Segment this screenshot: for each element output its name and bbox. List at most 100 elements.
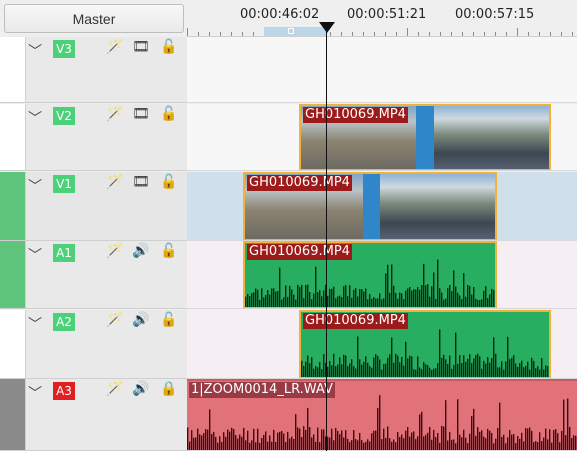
waveform-bar — [571, 437, 573, 450]
effect-wand-icon[interactable]: 🪄 — [106, 39, 123, 55]
track-header-a3[interactable]: ﹀ A3 🪄 🔊 🔒 — [0, 379, 187, 451]
speaker-icon[interactable]: 🔊 — [132, 312, 149, 328]
lock-open-icon[interactable]: 🔓 — [160, 174, 177, 190]
waveform-bar — [393, 439, 395, 450]
waveform-bar — [531, 430, 533, 450]
ruler-tick — [473, 32, 474, 36]
waveform-bar — [417, 287, 419, 307]
effect-wand-icon[interactable]: 🪄 — [106, 381, 123, 397]
waveform-bar — [265, 294, 267, 307]
speaker-icon[interactable]: 🔊 — [132, 243, 149, 259]
waveform-bar — [405, 430, 407, 450]
film-icon[interactable]: 🎞 — [132, 174, 150, 190]
waveform-bar — [395, 353, 397, 377]
waveform-bar — [333, 440, 335, 450]
waveform-bar — [331, 428, 333, 450]
film-icon[interactable]: 🎞 — [132, 106, 150, 122]
speaker-icon[interactable]: 🔊 — [132, 381, 149, 397]
chevron-down-icon[interactable]: ﹀ — [28, 176, 42, 196]
audio-clip[interactable]: GH010069.MP4 — [243, 241, 497, 308]
effect-wand-icon[interactable]: 🪄 — [106, 243, 123, 259]
waveform-bar — [401, 293, 403, 307]
waveform-bar — [299, 428, 301, 450]
playhead-marker-icon[interactable] — [319, 22, 335, 33]
waveform-bar — [361, 289, 363, 307]
playhead-line[interactable] — [326, 22, 327, 451]
chevron-down-icon[interactable]: ﹀ — [28, 108, 42, 128]
track-tag: V2 — [53, 107, 75, 125]
chevron-down-icon[interactable]: ﹀ — [28, 41, 42, 61]
waveform-bar — [235, 435, 237, 450]
waveform-bar — [271, 441, 273, 450]
waveform-bar — [447, 364, 449, 377]
waveform-bar — [461, 363, 463, 377]
waveform-bar — [189, 441, 191, 450]
chevron-down-icon[interactable]: ﹀ — [28, 383, 42, 403]
waveform-bar — [535, 368, 537, 377]
waveform-bar — [459, 355, 461, 377]
waveform-bar — [255, 442, 257, 450]
waveform-bar — [339, 295, 341, 307]
waveform-bar — [519, 363, 521, 377]
timeline-ruler[interactable]: 00:00:46:02 00:00:51:21 00:00:57:15 — [187, 0, 577, 37]
waveform-bar — [463, 355, 465, 377]
ruler-tick — [550, 32, 551, 36]
waveform-bar — [377, 355, 379, 377]
film-icon[interactable]: 🎞 — [132, 39, 150, 55]
waveform-bar — [279, 267, 281, 307]
waveform-bar — [491, 432, 493, 450]
chevron-down-icon[interactable]: ﹀ — [28, 245, 42, 265]
track-header-a2[interactable]: ﹀ A2 🪄 🔊 🔓 — [0, 310, 187, 379]
waveform-bar — [297, 284, 299, 307]
waveform-bar — [269, 435, 271, 450]
effect-wand-icon[interactable]: 🪄 — [106, 174, 123, 190]
waveform-bar — [339, 434, 341, 450]
waveform-bar — [485, 286, 487, 307]
zone-bar[interactable] — [264, 27, 326, 36]
track-lane-v1[interactable]: GH010069.MP4 — [187, 172, 577, 241]
track-lane-v3[interactable] — [187, 37, 577, 103]
audio-clip[interactable]: GH010069.MP4 — [299, 310, 551, 378]
waveform-bar — [353, 366, 355, 377]
track-header-v3[interactable]: ﹀ V3 🪄 🎞 🔓 — [0, 37, 187, 103]
track-lane-a2[interactable]: GH010069.MP4 — [187, 310, 577, 379]
audio-clip-locked[interactable]: 1|ZOOM0014_LR.WAV — [187, 379, 577, 450]
track-lane-a3[interactable]: 1|ZOOM0014_LR.WAV — [187, 379, 577, 451]
video-clip[interactable]: GH010069.MP4 — [299, 104, 551, 170]
waveform-bar — [297, 427, 299, 450]
waveform-bar — [365, 356, 367, 377]
waveform-bar — [521, 432, 523, 450]
waveform-bar — [473, 358, 475, 377]
chevron-down-icon[interactable]: ﹀ — [28, 314, 42, 334]
waveform-bar — [223, 432, 225, 450]
waveform-bar — [291, 289, 293, 307]
lock-open-icon[interactable]: 🔓 — [160, 312, 177, 328]
waveform-bar — [413, 369, 415, 377]
lock-open-icon[interactable]: 🔓 — [160, 243, 177, 259]
waveform-bar — [543, 369, 545, 377]
video-clip[interactable]: GH010069.MP4 — [243, 172, 497, 240]
waveform-bar — [253, 292, 255, 307]
track-header-v2[interactable]: ﹀ V2 🪄 🎞 🔓 — [0, 104, 187, 171]
waveform-bar — [281, 430, 283, 450]
waveform-bar — [481, 299, 483, 307]
track-header-a1[interactable]: ﹀ A1 🪄 🔊 🔓 — [0, 241, 187, 309]
lock-open-icon[interactable]: 🔓 — [160, 39, 177, 55]
waveform-bar — [411, 432, 413, 450]
master-button[interactable]: Master — [4, 4, 184, 33]
waveform-bar — [521, 360, 523, 377]
effect-wand-icon[interactable]: 🪄 — [106, 106, 123, 122]
track-lane-v2[interactable]: GH010069.MP4 — [187, 104, 577, 171]
track-strip — [0, 37, 25, 102]
clip-label: GH010069.MP4 — [247, 244, 352, 260]
waveform-bar — [363, 361, 365, 377]
waveform-bar — [339, 357, 341, 377]
effect-wand-icon[interactable]: 🪄 — [106, 312, 123, 328]
track-lane-a1[interactable]: GH010069.MP4 — [187, 241, 577, 309]
waveform-bar — [555, 429, 557, 450]
track-header-v1[interactable]: ﹀ V1 🪄 🎞 🔓 — [0, 172, 187, 241]
waveform-bar — [211, 433, 213, 450]
waveform-bar — [261, 288, 263, 307]
lock-open-icon[interactable]: 🔓 — [160, 106, 177, 122]
lock-closed-icon[interactable]: 🔒 — [160, 381, 177, 397]
